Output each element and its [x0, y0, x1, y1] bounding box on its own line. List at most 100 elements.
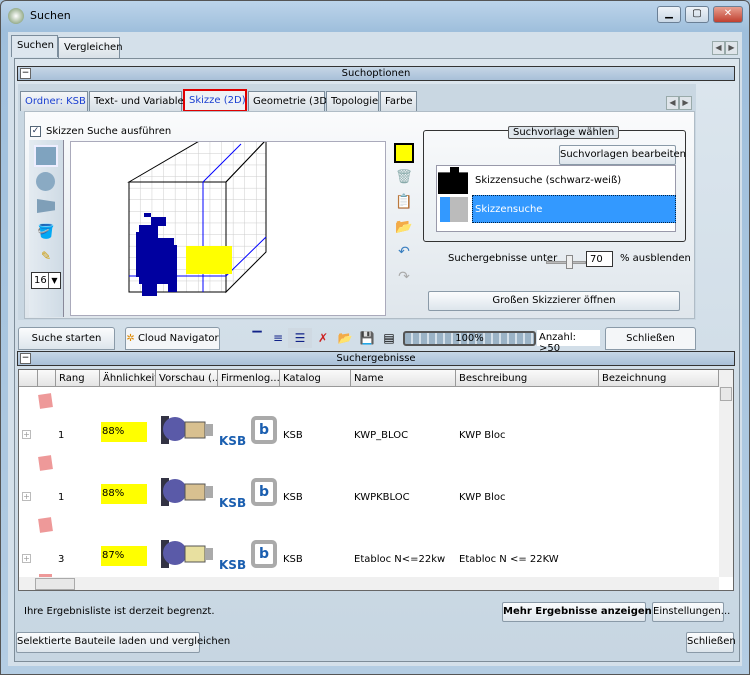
part-status-icon — [38, 517, 53, 533]
horizontal-scrollbar-thumb[interactable] — [35, 578, 75, 590]
col-beschreibung[interactable]: Beschreibung — [456, 370, 599, 387]
template-item-color[interactable]: Skizzensuche — [472, 195, 676, 223]
line-width-select[interactable]: 16 ▼ — [31, 272, 61, 289]
col-icon[interactable] — [38, 370, 56, 387]
cloud-navigator-icon: ✲ — [126, 333, 135, 344]
vertical-scrollbar-thumb[interactable] — [720, 387, 732, 401]
template-group-title: Suchvorlage wählen — [508, 126, 620, 139]
sketch-search-label: Skizzen Suche ausführen — [46, 126, 172, 137]
threshold-label-before: Suchergebnisse unter — [448, 253, 558, 264]
undo-icon[interactable]: ↶ — [392, 242, 416, 262]
col-vorschau[interactable]: Vorschau (... — [156, 370, 218, 387]
open-folder-icon[interactable]: 📂 — [392, 217, 416, 237]
col-katalog[interactable]: Katalog — [280, 370, 351, 387]
similarity: 88% — [101, 422, 147, 442]
collapse-results-icon[interactable]: − — [20, 353, 31, 364]
tab-ordner[interactable]: Ordner: KSB — [20, 91, 88, 111]
similarity: 87% — [101, 546, 147, 566]
horizontal-scrollbar[interactable] — [19, 577, 719, 590]
inner-tab-right-icon[interactable]: ▶ — [679, 96, 692, 110]
pencil-icon[interactable]: ✎ — [34, 246, 58, 266]
view-tree-icon[interactable]: ☰ — [288, 328, 312, 348]
maximize-button[interactable]: ▢ — [685, 6, 709, 23]
progress-label: 100% — [455, 333, 484, 344]
close-search-button[interactable]: Schließen — [605, 327, 696, 350]
fill-bucket-icon[interactable]: 🪣 — [34, 222, 58, 242]
tab-text-variablen[interactable]: Text- und Variablen — [89, 91, 190, 111]
settings-button[interactable]: Einstellungen... — [652, 602, 730, 622]
tab-vergleichen[interactable]: Vergleichen — [58, 37, 123, 58]
rectangle-tool-icon[interactable] — [34, 145, 58, 167]
filter-remove-icon[interactable]: ✗ — [311, 328, 335, 348]
results-table: Rang Ähnlichkeit Vorschau (... Firmenlog… — [18, 369, 734, 591]
table-header: Rang Ähnlichkeit Vorschau (... Firmenlog… — [19, 370, 719, 387]
table-row[interactable]: + 3 87% KSB b KSB Etabloc N<=22kw Etablo… — [19, 512, 719, 574]
rank: 1 — [58, 492, 65, 503]
col-bezeichnung[interactable]: Bezeichnung — [599, 370, 719, 387]
footer-close-button[interactable]: Schließen — [686, 632, 736, 653]
minimize-button[interactable]: ▁ — [657, 6, 681, 23]
redo-icon[interactable]: ↷ — [392, 267, 416, 287]
rank: 1 — [58, 430, 65, 441]
table-row[interactable]: + 1 88% KSB b KSB KWP_BLOC KWP Bloc — [19, 388, 719, 450]
part-name: KWPKBLOC — [354, 492, 410, 503]
col-aehnlichkeit[interactable]: Ähnlichkeit — [100, 370, 156, 387]
export-icon[interactable]: ▤ — [377, 328, 401, 348]
company-logo: KSB — [219, 434, 247, 448]
more-results-button[interactable]: Mehr Ergebnisse anzeigen... — [502, 602, 663, 622]
threshold-input[interactable]: 70 — [586, 251, 613, 267]
tab-farbe[interactable]: Farbe — [380, 91, 417, 111]
expand-icon[interactable]: + — [22, 554, 31, 563]
collapse-icon[interactable]: − — [20, 68, 31, 79]
expand-icon[interactable]: + — [22, 430, 31, 439]
motor-shape — [186, 246, 232, 274]
col-rang[interactable]: Rang — [56, 370, 100, 387]
open-sketcher-button[interactable]: Großen Skizzierer öffnen — [428, 291, 680, 311]
col-name[interactable]: Name — [351, 370, 456, 387]
brand-logo-icon: b — [251, 416, 277, 444]
paste-icon[interactable]: 📋 — [392, 192, 416, 212]
col-firmenlogo[interactable]: Firmenlog... — [218, 370, 280, 387]
company-logo: KSB — [219, 496, 247, 510]
app-icon — [8, 8, 24, 24]
trash-icon[interactable]: 🗑 — [392, 167, 416, 187]
color-picker-icon[interactable] — [394, 143, 414, 163]
preview-image — [159, 412, 215, 446]
load-compare-button[interactable]: Selektierte Bauteile laden und vergleich… — [16, 632, 230, 653]
search-options-header[interactable]: − Suchoptionen — [17, 66, 735, 81]
part-name: Etabloc N<=22kw — [354, 554, 446, 565]
circle-tool-icon[interactable] — [36, 172, 55, 191]
tab-scroll-left-icon[interactable]: ◀ — [712, 41, 725, 55]
close-button[interactable]: ✕ — [713, 6, 743, 23]
tab-suchen[interactable]: Suchen — [11, 35, 58, 57]
threshold-label-after: % ausblenden — [620, 253, 691, 264]
threshold-slider-thumb[interactable] — [566, 255, 573, 269]
view-list-icon[interactable]: ≡ — [266, 328, 290, 348]
col-expand[interactable] — [19, 370, 38, 387]
inner-tab-left-icon[interactable]: ◀ — [666, 96, 679, 110]
sketch-search-checkbox[interactable]: ✓ — [30, 126, 41, 137]
tab-skizze-2d[interactable]: Skizze (2D) — [183, 89, 247, 112]
open-folder-results-icon[interactable]: 📂 — [333, 328, 357, 348]
sketch-canvas[interactable] — [70, 138, 386, 316]
save-icon[interactable]: 💾 — [355, 328, 379, 348]
vertical-scrollbar[interactable] — [719, 370, 733, 577]
cloud-navigator-button[interactable]: ✲ Cloud Navigator — [125, 327, 220, 350]
chevron-down-icon[interactable]: ▼ — [48, 273, 60, 288]
start-search-button[interactable]: Suche starten — [18, 327, 115, 350]
expand-icon[interactable]: + — [22, 492, 31, 501]
tab-scroll-right-icon[interactable]: ▶ — [725, 41, 738, 55]
brand-logo-icon: b — [251, 478, 277, 506]
description: KWP Bloc — [459, 492, 506, 503]
part-name: KWP_BLOC — [354, 430, 409, 441]
tab-geometrie-3d[interactable]: Geometrie (3D) — [248, 91, 331, 111]
tab-topologie[interactable]: Topologie — [326, 91, 379, 111]
description: KWP Bloc — [459, 430, 506, 441]
result-count: Anzahl: >50 — [537, 330, 600, 354]
line-width-value: 16 — [34, 275, 47, 286]
results-header[interactable]: − Suchergebnisse — [17, 351, 735, 366]
template-item-bw[interactable]: Skizzensuche (schwarz-weiß) — [475, 175, 621, 186]
edit-templates-button[interactable]: Suchvorlagen bearbeiten — [559, 145, 686, 165]
table-row[interactable]: + 1 88% KSB b KSB KWPKBLOC KWP Bloc — [19, 450, 719, 512]
results-title: Suchergebnisse — [336, 353, 416, 364]
